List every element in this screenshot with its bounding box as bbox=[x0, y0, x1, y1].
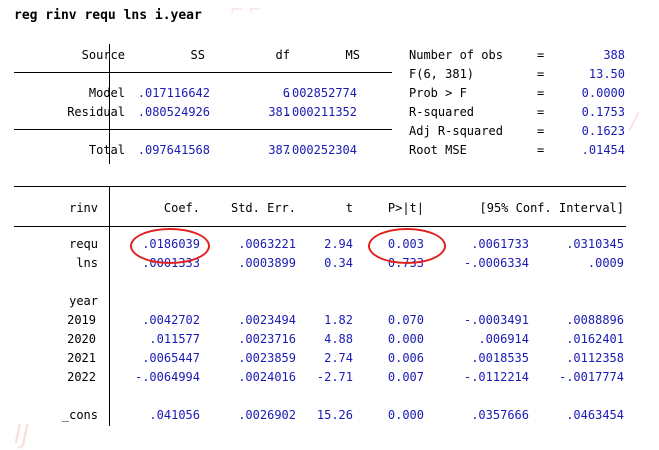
coef-row-ci-hi: .0162401 bbox=[566, 332, 624, 346]
watermark-top: ⌐ ⌐ bbox=[230, 0, 262, 19]
stat-eq: = bbox=[537, 105, 545, 119]
coef-row-t: -2.71 bbox=[316, 370, 353, 384]
coef-row-group-label: year bbox=[69, 294, 98, 308]
coef-row-t: 1.82 bbox=[324, 313, 353, 327]
stat-eq: = bbox=[537, 48, 545, 62]
stat-value: 388 bbox=[603, 48, 625, 62]
stat-eq: = bbox=[537, 143, 545, 157]
coef-row-se: .0024016 bbox=[238, 370, 296, 384]
anova-row-total-ss: .097641568 bbox=[137, 143, 210, 157]
coef-row-coef: .0042702 bbox=[142, 313, 200, 327]
coef-header-t: t bbox=[345, 201, 353, 215]
highlight-circle-pvalue bbox=[368, 228, 446, 264]
stat-value: 0.0000 bbox=[581, 86, 625, 100]
coef-header-p: P>|t| bbox=[387, 201, 424, 215]
coef-rule-top bbox=[14, 186, 626, 187]
coef-row-ci-hi: .0112358 bbox=[566, 351, 624, 365]
anova-header-ss: SS bbox=[190, 48, 205, 62]
stat-value: 13.50 bbox=[588, 67, 625, 81]
coef-row-var: 2022 bbox=[67, 370, 96, 384]
coef-row-var: 2020 bbox=[67, 332, 96, 346]
stat-label: R-squared bbox=[409, 105, 475, 119]
coef-header-var: rinv bbox=[69, 201, 98, 215]
coef-row-se: .0023859 bbox=[238, 351, 296, 365]
coef-row-var: _cons bbox=[61, 408, 98, 422]
coef-rule-header bbox=[14, 226, 626, 227]
stat-label: Number of obs bbox=[409, 48, 503, 62]
stat-label: Root MSE bbox=[409, 143, 467, 157]
coef-header-se: Std. Err. bbox=[230, 201, 296, 215]
stat-value: 0.1753 bbox=[581, 105, 625, 119]
coef-row-p: 0.070 bbox=[387, 313, 424, 327]
stat-label: F(6, 381) bbox=[409, 67, 475, 81]
coef-row-ci-hi: .0463454 bbox=[566, 408, 624, 422]
anova-row-model-ss: .017116642 bbox=[137, 86, 210, 100]
coef-row-p: 0.006 bbox=[387, 351, 424, 365]
coef-row-ci-hi: .0009 bbox=[587, 256, 624, 270]
coef-row-ci-lo: .0357666 bbox=[471, 408, 529, 422]
coef-row-var: 2019 bbox=[67, 313, 96, 327]
coef-row-coef: .0065447 bbox=[142, 351, 200, 365]
coef-row-ci-lo: .0018535 bbox=[471, 351, 529, 365]
anova-rule-total bbox=[14, 129, 392, 130]
coef-row-se: .0026902 bbox=[238, 408, 296, 422]
anova-row-model-ms: .002852774 bbox=[284, 86, 357, 100]
command-line: reg rinv requ lns i.year bbox=[14, 8, 202, 23]
anova-row-total-ms: .000252304 bbox=[284, 143, 357, 157]
coef-row-ci-lo: -.0112214 bbox=[463, 370, 529, 384]
coef-row-coef: -.0064994 bbox=[134, 370, 200, 384]
coef-row-t: 4.88 bbox=[324, 332, 353, 346]
anova-row-residual-ss: .080524926 bbox=[137, 105, 210, 119]
watermark-bottom: IJ bbox=[14, 420, 30, 450]
coef-row-var: lns bbox=[76, 256, 98, 270]
stat-label: Prob > F bbox=[409, 86, 467, 100]
coef-row-ci-lo: .0061733 bbox=[471, 237, 529, 251]
coef-row-ci-hi: -.0017774 bbox=[558, 370, 624, 384]
coef-row-t: 2.94 bbox=[324, 237, 353, 251]
coef-row-ci-hi: .0088896 bbox=[566, 313, 624, 327]
coef-row-t: 0.34 bbox=[324, 256, 353, 270]
coef-row-ci-lo: -.0006334 bbox=[463, 256, 529, 270]
coef-row-se: .0023494 bbox=[238, 313, 296, 327]
stat-value: .01454 bbox=[581, 143, 625, 157]
anova-header-ms: MS bbox=[345, 48, 360, 62]
coef-row-se: .0003899 bbox=[238, 256, 296, 270]
stat-eq: = bbox=[537, 124, 545, 138]
anova-row-residual-ms: .000211352 bbox=[284, 105, 357, 119]
coef-row-se: .0023716 bbox=[238, 332, 296, 346]
stat-eq: = bbox=[537, 86, 545, 100]
coef-row-ci-hi: .0310345 bbox=[566, 237, 624, 251]
coef-row-p: 0.000 bbox=[387, 332, 424, 346]
coef-row-ci-lo: .006914 bbox=[478, 332, 529, 346]
coef-row-p: 0.007 bbox=[387, 370, 424, 384]
coef-row-coef: .041056 bbox=[149, 408, 200, 422]
coef-row-ci-lo: -.0003491 bbox=[463, 313, 529, 327]
coef-vrule bbox=[109, 186, 110, 426]
coef-row-var: requ bbox=[69, 237, 98, 251]
coef-row-t: 15.26 bbox=[316, 408, 353, 422]
coef-row-p: 0.000 bbox=[387, 408, 424, 422]
coef-header-ci: [95% Conf. Interval] bbox=[479, 201, 625, 215]
coef-row-var: 2021 bbox=[67, 351, 96, 365]
coef-row-se: .0063221 bbox=[238, 237, 296, 251]
watermark-right: / bbox=[630, 110, 638, 135]
stat-value: 0.1623 bbox=[581, 124, 625, 138]
coef-row-coef: .011577 bbox=[149, 332, 200, 346]
highlight-circle-coef bbox=[130, 228, 210, 264]
stat-eq: = bbox=[537, 67, 545, 81]
stat-label: Adj R-squared bbox=[409, 124, 503, 138]
anova-rule-top bbox=[14, 72, 392, 73]
coef-header-coef: Coef. bbox=[163, 201, 200, 215]
coef-row-t: 2.74 bbox=[324, 351, 353, 365]
